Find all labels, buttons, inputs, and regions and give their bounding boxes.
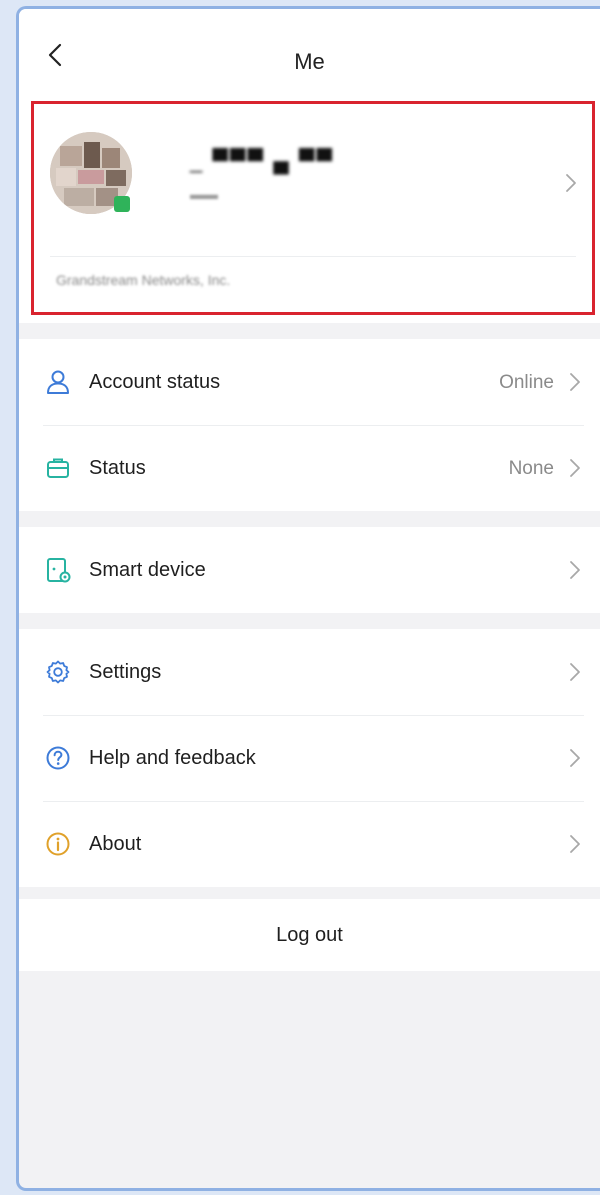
menu-item-label: Account status <box>89 371 221 393</box>
chevron-right-icon <box>570 663 580 681</box>
menu-item-label: About <box>89 833 142 855</box>
header: Me <box>19 9 600 97</box>
briefcase-icon <box>47 458 69 478</box>
menu-item-help-feedback[interactable]: Help and feedback <box>19 715 600 801</box>
settings-group: Settings Help and feedback About <box>19 629 600 887</box>
chevron-right-icon <box>570 373 580 391</box>
person-icon <box>47 370 69 394</box>
smart-device-icon <box>47 558 71 583</box>
page-title: Me <box>294 49 325 74</box>
status-value: None <box>508 458 554 479</box>
chevron-right-icon <box>570 835 580 853</box>
chevron-right-icon <box>564 172 578 199</box>
menu-item-label: Settings <box>89 661 162 683</box>
profile-name: _ ▀▀▀ ▄ ▀▀ <box>190 148 335 173</box>
device-group: Smart device <box>19 527 600 613</box>
app-window: Me _ ▀▀▀ ▄ ▀▀ ▬▬ Grandstream Networks, I… <box>16 6 600 1191</box>
menu-item-label: Status <box>89 457 146 479</box>
profile-section: _ ▀▀▀ ▄ ▀▀ ▬▬ Grandstream Networks, Inc. <box>19 97 600 323</box>
question-icon <box>46 746 70 770</box>
profile-extension: ▬▬ <box>190 186 218 202</box>
logout-button[interactable]: Log out <box>19 899 600 971</box>
menu-item-settings[interactable]: Settings <box>19 629 600 715</box>
menu-item-status[interactable]: Status None <box>19 425 600 511</box>
menu-item-label: Smart device <box>89 559 206 581</box>
chevron-right-icon <box>570 561 580 579</box>
menu-item-account-status[interactable]: Account status Online <box>19 339 600 425</box>
status-group: Account status Online Status None <box>19 339 600 511</box>
gear-icon <box>46 660 70 684</box>
profile-card[interactable]: _ ▀▀▀ ▄ ▀▀ ▬▬ Grandstream Networks, Inc. <box>31 101 595 315</box>
divider <box>50 256 576 257</box>
menu-item-about[interactable]: About <box>19 801 600 887</box>
profile-company: Grandstream Networks, Inc. <box>56 272 231 288</box>
menu-item-label: Help and feedback <box>89 747 256 769</box>
chevron-right-icon <box>570 749 580 767</box>
online-status-badge <box>114 196 130 212</box>
menu-item-smart-device[interactable]: Smart device <box>19 527 600 613</box>
chevron-right-icon <box>570 459 580 477</box>
account-status-value: Online <box>499 372 554 393</box>
info-icon <box>46 832 70 856</box>
